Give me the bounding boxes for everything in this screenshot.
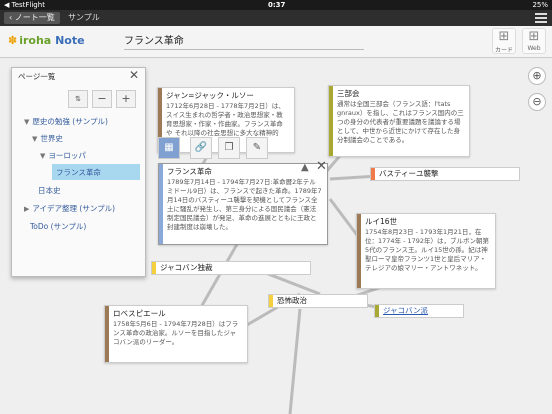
remove-page-icon[interactable]: − (92, 90, 112, 108)
back-button[interactable]: ‹ ノート一覧 (4, 12, 60, 24)
label-color-bar (269, 295, 273, 307)
tree-item[interactable]: ToDo (サンプル) (30, 221, 86, 232)
status-bar: ◀ TestFlight 0:37 25% (0, 0, 552, 10)
add-card-icon: ⊞ (498, 29, 510, 44)
card-louis-xvi[interactable]: ルイ16世 1754年8月23日 - 1793年1月21日，在位：1774年 -… (356, 213, 496, 289)
card-body: 1758年5月6日 - 1794年7月28日）はフランス革命の政治家。ルソーを目… (113, 320, 239, 346)
edit-icon[interactable]: ✎ (246, 137, 268, 159)
card-title: ジャン=ジャック・ルソー (166, 91, 254, 100)
navigation-bar: ‹ ノート一覧 サンプル (0, 10, 552, 26)
sort-icon[interactable]: ⇅ (68, 90, 88, 108)
label-jacobins[interactable]: ジャコバン派 (374, 304, 464, 318)
menu-icon[interactable] (534, 11, 548, 25)
label-text: バスティーユ襲撃 (379, 169, 439, 178)
tree-item[interactable]: ▼ 世界史 (32, 133, 63, 145)
label-color-bar (375, 305, 379, 317)
card-title: フランス革命 (167, 167, 212, 176)
card-color-bar (329, 86, 333, 156)
copy-icon[interactable]: ❐ (218, 137, 240, 159)
battery-indicator: 25% (532, 1, 548, 9)
label-text: ジャコバン派 (383, 306, 428, 315)
zoom-in-icon[interactable]: ⊕ (528, 67, 546, 85)
label-text: 恐怖政治 (277, 296, 307, 305)
zoom-out-icon[interactable]: ⊖ (528, 93, 546, 111)
card-color-bar (105, 306, 109, 362)
card-title: ルイ16世 (365, 217, 398, 226)
tree-item[interactable]: 日本史 (38, 185, 61, 196)
card-body: 1712年6月28日 - 1778年7月2日）は、スイス生まれの哲学者・政治思想… (166, 102, 285, 137)
logo-star-icon: ✽ (8, 34, 18, 47)
add-web-icon: ⊞ (528, 29, 540, 44)
label-reign-of-terror[interactable]: 恐怖政治 (268, 294, 368, 308)
label-jacobin-dictatorship[interactable]: ジャコバン独裁 (151, 261, 311, 275)
clock: 0:37 (268, 1, 286, 9)
add-web-button[interactable]: ⊞ Web (522, 28, 546, 54)
label-color-bar (152, 262, 156, 274)
connector (288, 308, 302, 414)
card-title: ロベスピエール (113, 309, 166, 318)
note-header: ✽iroha Note ⊞ カード ⊞ Web (0, 26, 552, 58)
tree-item[interactable]: ▼ ヨーロッパ (40, 150, 86, 162)
card-color-bar (357, 214, 361, 288)
pages-panel-close-icon[interactable]: ✕ (129, 68, 139, 82)
card-french-revolution[interactable]: フランス革命 1789年7月14日 - 1794年7月27日:革命暦2年テルミド… (158, 163, 328, 245)
label-color-bar (371, 168, 375, 180)
back-button-label: ノート一覧 (14, 13, 55, 22)
pages-panel: ページ一覧 ✕ ⇅ − + ▼ 歴史の勉強 (サンプル) ▼ 世界史 ▼ ヨーロッパ … (11, 67, 146, 277)
add-card-label: カード (494, 47, 513, 54)
tree-item[interactable]: ▶ アイデア整理 (サンプル) (24, 203, 115, 215)
add-card-button[interactable]: ⊞ カード (492, 28, 516, 54)
move-up-icon[interactable]: ▲ (301, 162, 309, 173)
add-page-icon[interactable]: + (116, 90, 136, 108)
card-body: 1789年7月14日 - 1794年7月27日:革命暦2年テルミドール9日）は、… (167, 178, 322, 231)
page-title-input[interactable] (124, 30, 364, 50)
card-body: 通常は全国三部会（フランス語：l'tats gnraux）を指し、これはフランス… (337, 100, 464, 144)
mindmap-canvas[interactable]: ⊕ ⊖ ジャン=ジャック・ルソー 1712年6月28日 - 1778年7月2日）… (0, 59, 552, 414)
label-text: ジャコバン独裁 (160, 263, 213, 272)
carrier-label: ◀ TestFlight (4, 1, 45, 9)
app-logo: ✽ iroha Note (8, 34, 85, 47)
card-sanbukai[interactable]: 三部会 通常は全国三部会（フランス語：l'tats gnraux）を指し、これは… (328, 85, 470, 157)
nav-title: サンプル (68, 13, 100, 22)
add-web-label: Web (527, 45, 541, 52)
card-color-bar (159, 164, 163, 244)
pages-panel-title: ページ一覧 (18, 72, 56, 81)
tree-item[interactable]: ▼ 歴史の勉強 (サンプル) (24, 116, 108, 128)
color-picker-icon[interactable]: ▦ (158, 137, 180, 159)
card-title: 三部会 (337, 89, 360, 98)
link-icon[interactable]: 🔗 (190, 137, 212, 159)
card-robespierre[interactable]: ロベスピエール 1758年5月6日 - 1794年7月28日）はフランス革命の政… (104, 305, 248, 363)
card-close-icon[interactable]: ✕ (316, 159, 327, 174)
card-body: 1754年8月23日 - 1793年1月21日，在位：1774年 - 1792年… (365, 228, 490, 272)
tree-item-selected[interactable]: フランス革命 (56, 167, 101, 178)
label-bastille[interactable]: バスティーユ襲撃 (370, 167, 520, 181)
